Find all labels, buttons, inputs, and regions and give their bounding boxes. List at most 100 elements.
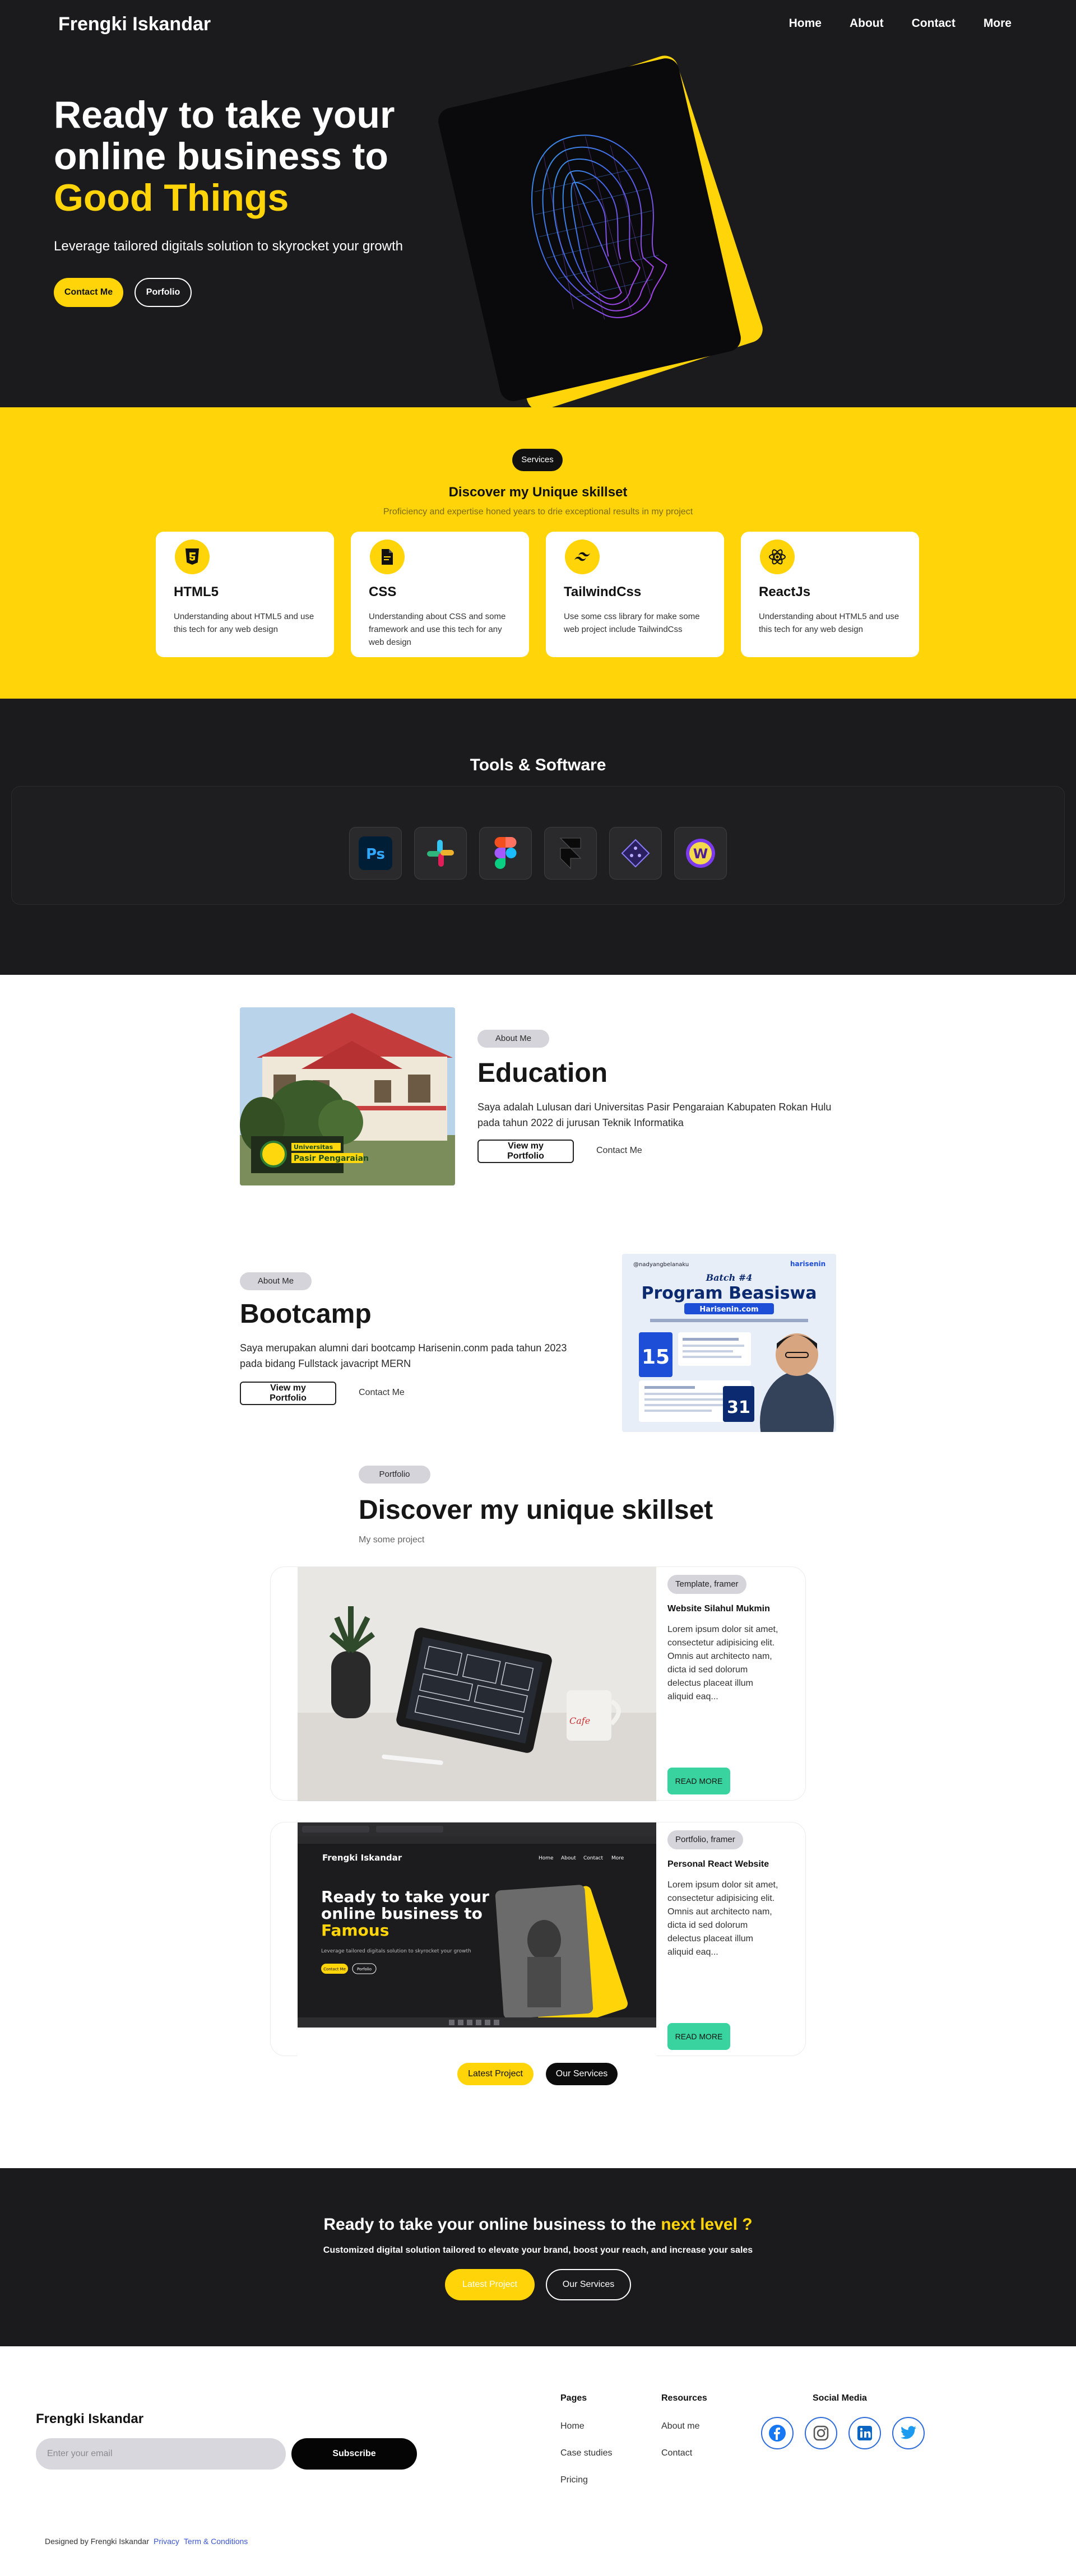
view-portfolio-button[interactable]: View my Portfolio [477,1140,574,1163]
service-name: HTML5 [174,584,219,599]
css-file-icon [370,540,405,574]
education-title: Education [477,1058,608,1088]
hero-card-black [435,55,744,404]
terms-link[interactable]: Term & Conditions [184,2537,248,2546]
footer-link-contact[interactable]: Contact [661,2448,692,2458]
contact-me-button[interactable]: Contact Me [54,278,123,307]
footer-bottom: Designed by Frengki Iskandar Privacy Ter… [45,2537,248,2546]
our-services-button[interactable]: Our Services [546,2063,618,2085]
footer-link-about[interactable]: About me [661,2421,699,2431]
read-more-button[interactable]: READ MORE [667,2023,730,2050]
photoshop-icon[interactable]: Ps [349,827,402,880]
slack-icon[interactable] [414,827,467,880]
read-more-button[interactable]: READ MORE [667,1768,730,1794]
contact-me-link[interactable]: Contact Me [359,1388,405,1398]
bootcamp-poster: @nadyangbelanaku harisenin Batch #4 Prog… [622,1254,836,1432]
portfolio-subtitle: My some project [359,1535,425,1545]
mock-brand: Frengki Iskandar [322,1853,402,1863]
contact-me-link[interactable]: Contact Me [596,1146,642,1156]
hero-title-highlight: Good Things [54,176,289,219]
education-text: Saya adalah Lulusan dari Universitas Pas… [477,1101,832,1128]
mock-btn2: Porfolio [357,1967,372,1971]
poster-handle: @nadyangbelanaku [633,1262,689,1268]
project-name: Personal React Website [667,1859,769,1869]
nav-links: Home About Contact More [789,17,1012,30]
facebook-icon[interactable] [761,2417,794,2449]
poster-title: Program Beasiswa [641,1284,817,1303]
tools-section: Tools & Software Ps W [0,699,1076,975]
about-badge: About Me [477,1030,549,1048]
tools-panel: Ps W [11,786,1065,905]
university-sign-line1: Universitas [294,1143,333,1151]
project-tag: Portfolio, framer [667,1830,743,1849]
brand-logo[interactable]: Frengki Iskandar [58,13,211,35]
email-field[interactable] [36,2438,286,2470]
nav-more[interactable]: More [984,17,1012,30]
service-desc: Understanding about HTML5 and use this t… [174,612,314,634]
mock-btn1: Contact Me [323,1967,346,1971]
mock-nav-about: About [561,1856,576,1861]
service-desc: Use some css library for make some web p… [564,612,700,634]
service-name: TailwindCss [564,584,642,599]
subscribe-button[interactable]: Subscribe [291,2438,417,2470]
figma-icon[interactable] [479,827,532,880]
service-card-react: ReactJs Understanding about HTML5 and us… [741,532,919,657]
project-image-tablet: Cafe [298,1567,656,1801]
project-card: Cafe Template, framer Website Silahul Mu… [270,1566,806,1801]
latest-project-button[interactable]: Latest Project [457,2063,534,2085]
bootcamp-title: Bootcamp [240,1299,372,1329]
mock-nav-contact: Contact [583,1856,603,1861]
social-heading: Social Media [813,2393,867,2403]
footer-link-pricing[interactable]: Pricing [560,2475,588,2485]
cta-subtitle: Customized digital solution tailored to … [323,2245,753,2255]
service-desc: Understanding about HTML5 and use this t… [759,612,899,634]
services-badge: Services [512,449,563,471]
resources-heading: Resources [661,2393,707,2403]
privacy-link[interactable]: Privacy [154,2537,179,2546]
our-services-button[interactable]: Our Services [546,2269,631,2300]
designed-by-text: Designed by Frengki Iskandar [45,2537,149,2546]
project-tag: Template, framer [667,1575,746,1594]
service-name: ReactJs [759,584,811,599]
svg-text:Cafe: Cafe [569,1715,590,1726]
hero-title-line2: online business to [54,135,388,178]
linkedin-icon[interactable] [848,2417,881,2449]
hero-subtitle: Leverage tailored digitals solution to s… [54,239,403,254]
webflow-icon[interactable]: W [674,827,727,880]
portfolio-title: Discover my unique skillset [359,1495,713,1525]
twitter-icon[interactable] [892,2417,925,2449]
project-card: Frengki Iskandar Home About Contact More… [270,1822,806,2057]
instagram-icon[interactable] [805,2417,837,2449]
services-subtitle: Proficiency and expertise honed years to… [383,507,693,517]
latest-project-button[interactable]: Latest Project [445,2269,535,2300]
nav-contact[interactable]: Contact [912,17,956,30]
nav-about[interactable]: About [850,17,884,30]
linear-icon[interactable] [609,827,662,880]
poster-site: Harisenin.com [699,1305,758,1314]
cta-title: Ready to take your online business to th… [0,2215,1076,2234]
mock-sub: Leverage tailored digitals solution to s… [321,1949,471,1954]
ai-head-illustration [531,134,667,320]
university-photo: Universitas Pasir Pengaraian [240,1007,455,1185]
service-card-css: CSS Understanding about CSS and some fra… [351,532,529,657]
portfolio-button[interactable]: Porfolio [134,278,192,307]
bootcamp-text: Saya merupakan alumni dari bootcamp Hari… [240,1342,567,1369]
project-desc: Lorem ipsum dolor sit amet, consectetur … [667,1625,778,1701]
view-portfolio-button[interactable]: View my Portfolio [240,1382,336,1405]
hero-title-line1: Ready to take your [54,94,395,136]
about-badge: About Me [240,1272,312,1290]
mock-highlight: Famous [321,1921,389,1940]
university-sign-line2: Pasir Pengaraian [294,1154,369,1163]
footer-link-home[interactable]: Home [560,2421,585,2431]
footer-link-case-studies[interactable]: Case studies [560,2448,613,2458]
services-section: Services Discover my Unique skillset Pro… [0,407,1076,699]
poster-batch: Batch #4 [706,1272,753,1283]
service-desc: Understanding about CSS and some framewo… [369,612,506,647]
portfolio-badge: Portfolio [359,1466,430,1484]
service-card-html5: HTML5 Understanding about HTML5 and use … [156,532,334,657]
mock-line2: online business to [321,1904,483,1923]
framer-icon[interactable] [544,827,597,880]
poster-brand: harisenin [790,1260,825,1268]
pages-heading: Pages [560,2393,587,2403]
nav-home[interactable]: Home [789,17,822,30]
